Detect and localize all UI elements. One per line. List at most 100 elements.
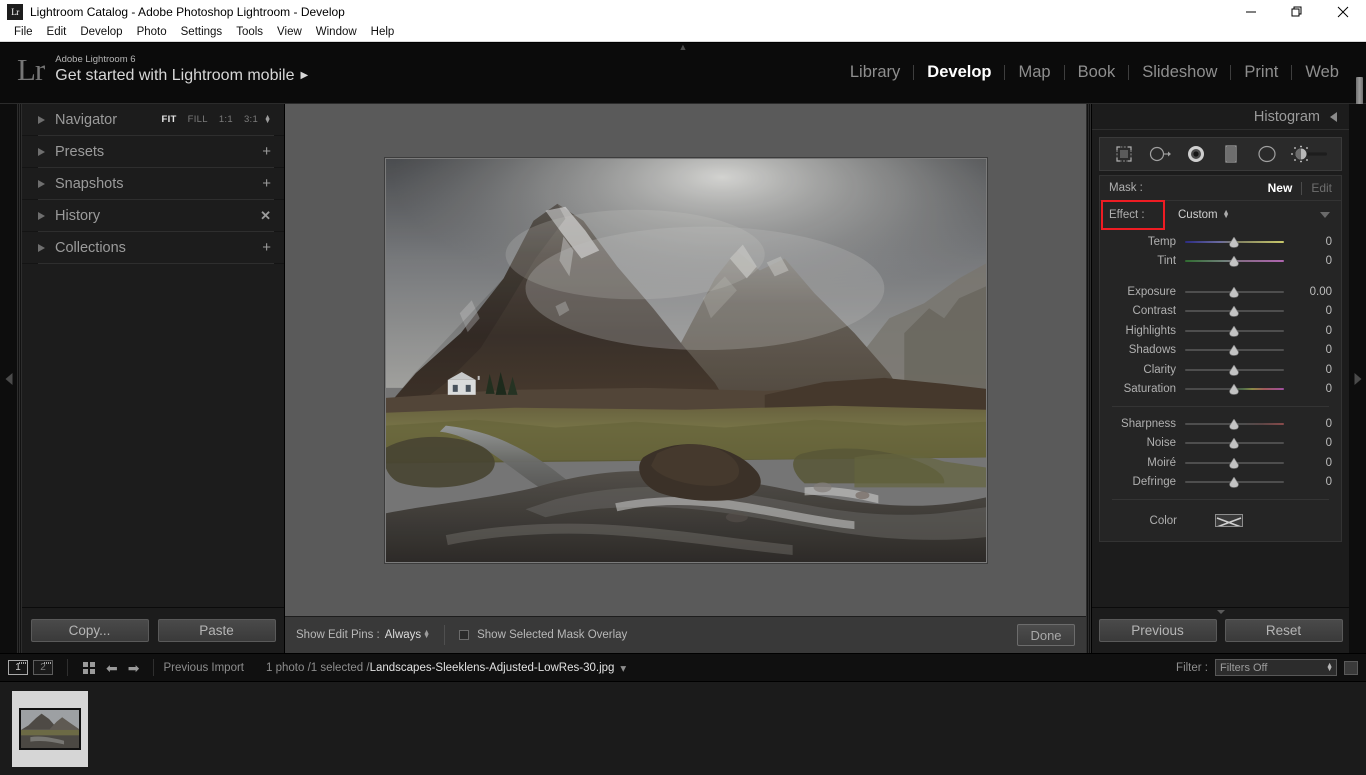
radial-filter-icon[interactable]	[1252, 142, 1282, 166]
slider-defringe-track[interactable]	[1185, 477, 1284, 489]
adjustment-brush-icon[interactable]	[1288, 142, 1332, 166]
paste-button[interactable]: Paste	[157, 619, 276, 642]
menu-tools[interactable]: Tools	[229, 23, 270, 42]
slider-contrast[interactable]: Contrast 0	[1100, 302, 1341, 322]
slider-moire-track[interactable]	[1185, 457, 1284, 469]
menu-view[interactable]: View	[270, 23, 309, 42]
reset-button[interactable]: Reset	[1224, 619, 1343, 642]
filter-stepper-icon[interactable]: ▲ ▼	[1326, 662, 1333, 673]
menu-help[interactable]: Help	[364, 23, 402, 42]
add-preset-icon[interactable]: +	[262, 144, 271, 159]
panel-navigator[interactable]: Navigator FIT FILL 1:1 3:1 ▲ ▼	[22, 104, 284, 136]
slider-temp[interactable]: Temp 0	[1100, 232, 1341, 252]
left-panel-collapse-toggle[interactable]	[0, 104, 17, 653]
slider-tint-knob[interactable]	[1229, 256, 1240, 268]
disclosure-triangle-icon[interactable]	[38, 243, 45, 252]
disclosure-triangle-icon[interactable]	[38, 179, 45, 188]
copy-button[interactable]: Copy...	[30, 619, 149, 642]
identity-plate[interactable]: Lr Adobe Lightroom 6 Get started with Li…	[17, 53, 308, 87]
filter-select[interactable]: Filters Off ▲ ▼	[1215, 659, 1337, 676]
panel-collapse-caret-icon[interactable]	[1216, 610, 1225, 614]
clear-history-icon[interactable]: ✕	[260, 209, 271, 222]
slider-temp-knob[interactable]	[1229, 236, 1240, 248]
panel-history[interactable]: History ✕	[22, 200, 284, 232]
right-panel-collapse-toggle[interactable]	[1349, 104, 1366, 653]
slider-clarity-track[interactable]	[1185, 364, 1284, 376]
mask-new-button[interactable]: New	[1268, 181, 1293, 195]
slider-clarity[interactable]: Clarity 0	[1100, 360, 1341, 380]
slider-noise[interactable]: Noise 0	[1100, 434, 1341, 454]
slider-sharpness-track[interactable]	[1185, 418, 1284, 430]
mask-edit-button[interactable]: Edit	[1311, 181, 1332, 195]
slider-sharpness[interactable]: Sharpness 0	[1100, 414, 1341, 434]
slider-noise-track[interactable]	[1185, 438, 1284, 450]
slider-highlights-knob[interactable]	[1229, 325, 1240, 337]
menu-window[interactable]: Window	[309, 23, 364, 42]
slider-highlights-track[interactable]	[1185, 325, 1284, 337]
module-book[interactable]: Book	[1065, 60, 1129, 84]
menu-develop[interactable]: Develop	[73, 23, 129, 42]
identity-title[interactable]: Get started with Lightroom mobile ▶	[55, 66, 308, 86]
slider-saturation-knob[interactable]	[1229, 384, 1240, 396]
forward-arrow-icon[interactable]: ➡	[128, 661, 140, 675]
slider-clarity-knob[interactable]	[1229, 364, 1240, 376]
slider-exposure-track[interactable]	[1185, 286, 1284, 298]
add-collection-icon[interactable]: +	[262, 240, 271, 255]
slider-sharpness-knob[interactable]	[1229, 418, 1240, 430]
slider-saturation[interactable]: Saturation 0	[1100, 380, 1341, 400]
filmstrip-filename[interactable]: Landscapes-Sleeklens-Adjusted-LowRes-30.…	[370, 662, 615, 674]
show-edit-pins-value[interactable]: Always	[385, 629, 421, 641]
slider-defringe-knob[interactable]	[1229, 477, 1240, 489]
maximize-icon[interactable]	[1274, 0, 1320, 23]
slider-exposure-knob[interactable]	[1229, 286, 1240, 298]
disclosure-triangle-icon[interactable]	[38, 115, 45, 124]
done-button[interactable]: Done	[1017, 624, 1075, 646]
zoom-1-1[interactable]: 1:1	[219, 114, 233, 125]
slider-moire[interactable]: Moiré 0	[1100, 453, 1341, 473]
panel-snapshots[interactable]: Snapshots +	[22, 168, 284, 200]
module-library[interactable]: Library	[837, 60, 913, 84]
slider-shadows-knob[interactable]	[1229, 345, 1240, 357]
slider-tint[interactable]: Tint 0	[1100, 252, 1341, 272]
menu-file[interactable]: File	[7, 23, 40, 42]
slider-exposure[interactable]: Exposure 0.00	[1100, 282, 1341, 302]
slider-contrast-track[interactable]	[1185, 306, 1284, 318]
slider-highlights[interactable]: Highlights 0	[1100, 321, 1341, 341]
zoom-3-1[interactable]: 3:1	[244, 114, 258, 125]
filmstrip-filename-caret-icon[interactable]: ▾	[620, 661, 626, 675]
slider-tint-track[interactable]	[1185, 256, 1284, 268]
photo-canvas[interactable]	[285, 104, 1086, 616]
module-develop[interactable]: Develop	[914, 60, 1004, 84]
mask-overlay-checkbox[interactable]	[459, 630, 470, 640]
zoom-stepper-icon[interactable]: ▲ ▼	[264, 114, 271, 125]
effect-value[interactable]: Custom	[1178, 209, 1218, 221]
filter-lock-toggle[interactable]	[1344, 660, 1358, 675]
previous-button[interactable]: Previous	[1098, 619, 1217, 642]
crop-overlay-icon[interactable]	[1109, 142, 1139, 166]
module-print[interactable]: Print	[1231, 60, 1291, 84]
module-web[interactable]: Web	[1292, 60, 1352, 84]
panel-collections[interactable]: Collections +	[22, 232, 284, 264]
panel-presets[interactable]: Presets +	[22, 136, 284, 168]
slider-defringe[interactable]: Defringe 0	[1100, 473, 1341, 493]
histogram-header[interactable]: Histogram	[1092, 104, 1349, 130]
zoom-fill[interactable]: FILL	[188, 114, 208, 125]
menu-photo[interactable]: Photo	[130, 23, 174, 42]
develop-photo[interactable]	[385, 158, 986, 562]
top-panel-toggle[interactable]: ▲	[666, 43, 700, 52]
close-icon[interactable]	[1320, 0, 1366, 23]
grid-view-icon[interactable]	[83, 661, 95, 674]
color-swatch[interactable]	[1215, 514, 1243, 527]
add-snapshot-icon[interactable]: +	[262, 176, 271, 191]
screen-2-button[interactable]: 2	[33, 660, 53, 675]
menu-settings[interactable]: Settings	[174, 23, 230, 42]
slider-shadows-track[interactable]	[1185, 345, 1284, 357]
histogram-collapse-icon[interactable]	[1330, 111, 1337, 122]
red-eye-icon[interactable]	[1181, 142, 1211, 166]
disclosure-triangle-icon[interactable]	[38, 211, 45, 220]
disclosure-triangle-icon[interactable]	[38, 147, 45, 156]
spot-removal-icon[interactable]	[1145, 142, 1175, 166]
graduated-filter-icon[interactable]	[1216, 142, 1246, 166]
zoom-fit[interactable]: FIT	[161, 114, 176, 125]
back-arrow-icon[interactable]: ⬅	[106, 661, 118, 675]
